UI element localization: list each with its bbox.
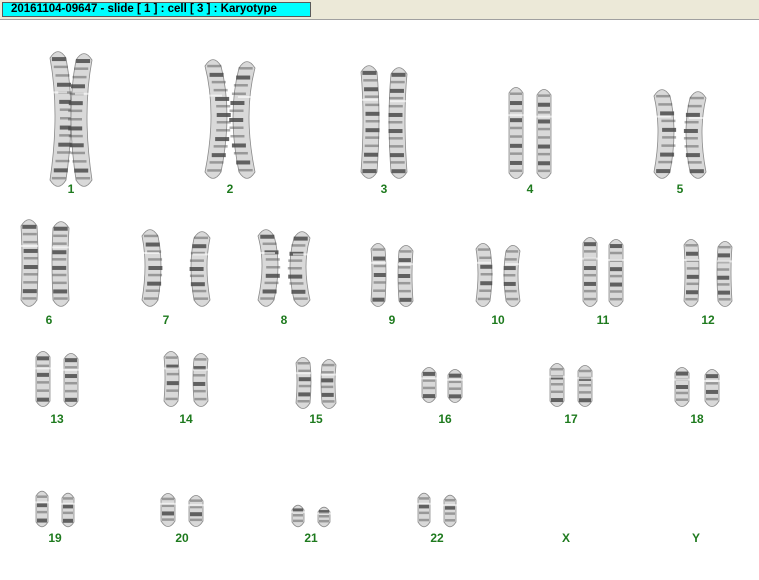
chromosome-label-14: 14 (179, 412, 193, 426)
chromosome-22-a[interactable] (417, 492, 431, 528)
chromosome-17-b[interactable] (577, 365, 593, 407)
chromosome-19-b[interactable] (61, 492, 75, 528)
chromosome-13-b[interactable] (63, 353, 79, 407)
chromosome-label-18: 18 (690, 412, 704, 426)
karyogram-area: 1 2 3 4 5 6 7 8 9 10 11 12 13 14 15 16 1… (0, 20, 759, 580)
chromosome-label-15: 15 (309, 412, 323, 426)
chromosome-14-b[interactable] (192, 353, 209, 407)
chromosome-10-a[interactable] (475, 243, 493, 307)
chromosome-20-b[interactable] (188, 495, 204, 527)
chromosome-label-17: 17 (564, 412, 578, 426)
chromosome-16-a[interactable] (421, 367, 437, 403)
chromosome-1-b[interactable] (68, 53, 93, 187)
chromosome-22-b[interactable] (443, 494, 457, 528)
chromosome-15-a[interactable] (295, 357, 312, 409)
chromosome-18-b[interactable] (704, 369, 720, 407)
chromosome-14-a[interactable] (163, 351, 180, 407)
chromosome-2-b[interactable] (229, 61, 256, 179)
chromosome-6-b[interactable] (51, 221, 70, 307)
chromosome-8-b[interactable] (287, 231, 311, 307)
chromosome-label-12: 12 (701, 313, 715, 327)
chromosome-17-a[interactable] (549, 363, 565, 407)
chromosome-label-10: 10 (491, 313, 505, 327)
chromosome-18-a[interactable] (674, 367, 690, 407)
chromosome-9-b[interactable] (397, 245, 414, 307)
chromosome-3-b[interactable] (388, 67, 408, 179)
chromosome-9-a[interactable] (370, 243, 387, 307)
chromosome-19-a[interactable] (35, 490, 49, 528)
chromosome-label-3: 3 (380, 182, 388, 196)
chromosome-label-16: 16 (438, 412, 452, 426)
chromosome-10-b[interactable] (503, 245, 521, 307)
chromosome-4-a[interactable] (508, 87, 524, 179)
chromosome-11-a[interactable] (582, 237, 598, 307)
chromosome-drawing (20, 51, 733, 528)
chromosome-5-a[interactable] (653, 89, 677, 179)
title-bar: 20161104-09647 - slide [ 1 ] : cell [ 3 … (0, 0, 759, 20)
chromosome-11-b[interactable] (608, 239, 624, 307)
chromosome-label-x: X (561, 531, 570, 545)
chromosome-7-b[interactable] (189, 231, 211, 307)
chromosome-label-19: 19 (48, 531, 62, 545)
chromosome-12-b[interactable] (716, 241, 733, 307)
chromosome-label-11: 11 (596, 313, 610, 327)
chromosome-label-1: 1 (67, 182, 75, 196)
chromosome-21-a[interactable] (291, 504, 305, 528)
chromosome-2-a[interactable] (204, 59, 231, 179)
chromosome-12-a[interactable] (683, 239, 700, 307)
chromosome-20-a[interactable] (160, 493, 176, 527)
chromosome-label-y: Y (691, 531, 700, 545)
chromosome-label-7: 7 (162, 313, 170, 327)
chromosome-6-a[interactable] (20, 219, 39, 307)
chromosome-label-8: 8 (280, 313, 288, 327)
window-title-tab[interactable]: 20161104-09647 - slide [ 1 ] : cell [ 3 … (2, 2, 311, 17)
chromosome-label-21: 21 (304, 531, 318, 545)
chromosome-label-20: 20 (175, 531, 189, 545)
chromosome-3-a[interactable] (360, 65, 380, 179)
chromosome-7-a[interactable] (141, 229, 163, 307)
chromosome-label-4: 4 (526, 182, 534, 196)
chromosome-21-b[interactable] (317, 506, 331, 528)
chromosome-label-2: 2 (226, 182, 234, 196)
chromosome-15-b[interactable] (320, 359, 337, 409)
chromosome-4-b[interactable] (536, 89, 552, 179)
chromosome-5-b[interactable] (683, 91, 707, 179)
chromosome-8-a[interactable] (257, 229, 281, 307)
chromosome-label-22: 22 (430, 531, 444, 545)
chromosome-label-5: 5 (676, 182, 684, 196)
chromosome-16-b[interactable] (447, 369, 463, 403)
chromosome-label-9: 9 (388, 313, 396, 327)
chromosome-label-13: 13 (50, 412, 64, 426)
chromosome-13-a[interactable] (35, 351, 51, 407)
chromosome-label-6: 6 (45, 313, 53, 327)
